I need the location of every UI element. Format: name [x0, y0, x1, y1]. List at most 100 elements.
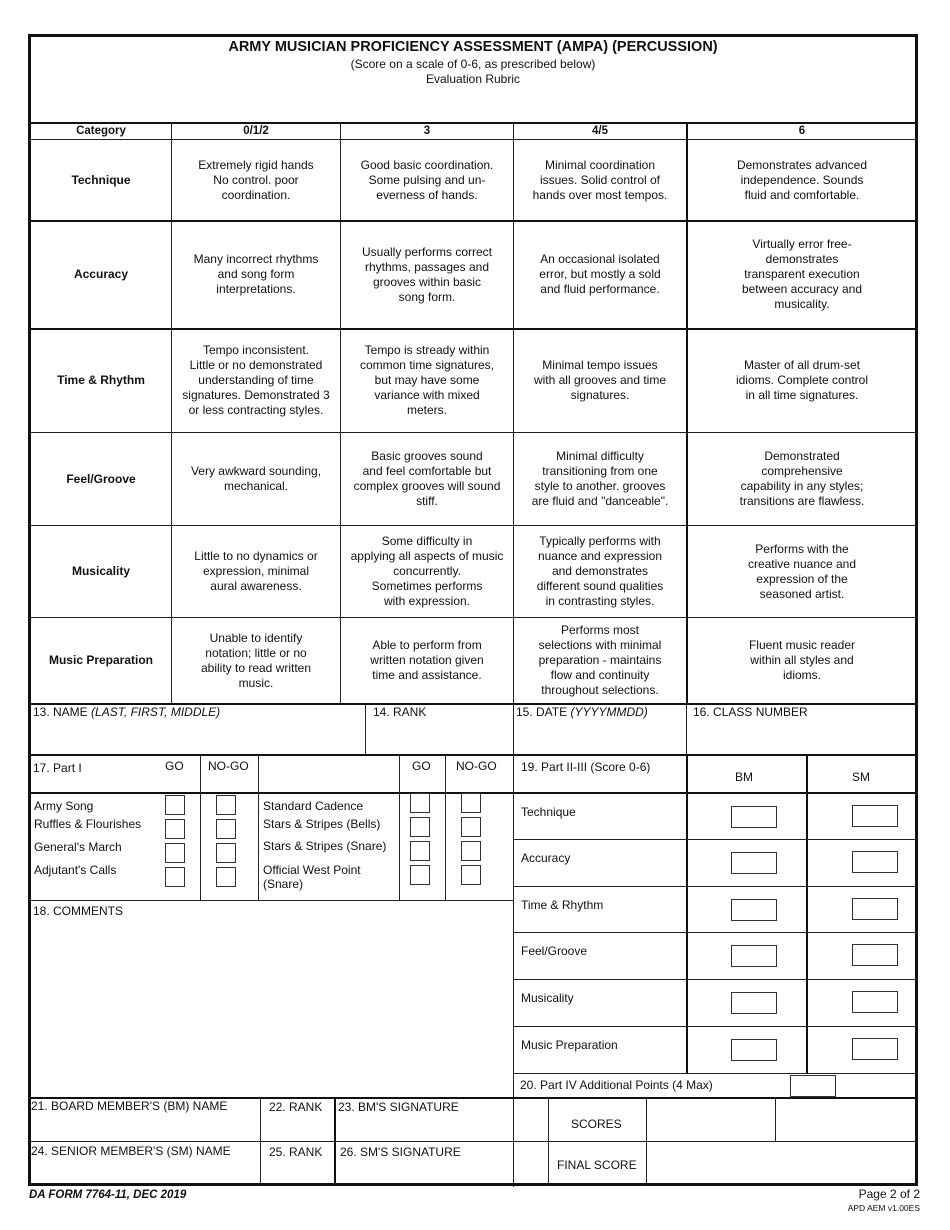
divider — [258, 755, 259, 901]
part1-nogo-header-left: NO-GO — [208, 759, 249, 773]
part1-nogo-checkbox[interactable] — [461, 817, 481, 837]
sm-score-input[interactable] — [852, 898, 898, 920]
sm-rank-field[interactable] — [262, 1160, 332, 1184]
rubric-category: Music Preparation — [48, 653, 154, 667]
divider — [514, 839, 917, 840]
divider — [514, 932, 917, 933]
part1-go-checkbox[interactable] — [410, 817, 430, 837]
part1-nogo-checkbox[interactable] — [216, 795, 236, 815]
date-field[interactable] — [516, 722, 684, 752]
rubric-cell: Able to perform from written notation gi… — [370, 638, 484, 682]
page-number: Page 2 of 2 — [858, 1187, 920, 1201]
divider — [514, 792, 917, 794]
bm-score-input[interactable] — [731, 899, 777, 921]
part1-go-checkbox[interactable] — [410, 793, 430, 813]
rank-field-label: 14. RANK — [373, 705, 427, 719]
sm-name-label: 24. SENIOR MEMBER'S (SM) NAME — [31, 1144, 231, 1158]
sm-score-input[interactable] — [852, 805, 898, 827]
sm-score-field[interactable] — [777, 1099, 915, 1140]
rubric-cell: Usually performs correct rhythms, passag… — [361, 244, 493, 304]
bm-rank-field[interactable] — [262, 1115, 332, 1140]
rubric-cell: Basic grooves sound and feel comfortable… — [353, 449, 501, 508]
part1-go-header-left: GO — [165, 759, 184, 773]
part1-nogo-checkbox[interactable] — [461, 865, 481, 885]
class-number-label: 16. CLASS NUMBER — [693, 705, 808, 719]
divider — [365, 704, 366, 754]
rank-field[interactable] — [368, 722, 511, 752]
final-score-label: FINAL SCORE — [557, 1158, 637, 1172]
rubric-cell: Minimal coordination issues. Solid contr… — [532, 157, 668, 202]
part2-label: 19. Part II-III (Score 0-6) — [521, 760, 651, 774]
part2-category-label: Time & Rhythm — [521, 898, 604, 912]
part1-nogo-checkbox[interactable] — [461, 841, 481, 861]
sm-signature-field[interactable] — [337, 1160, 547, 1184]
rubric-category: Musicality — [71, 564, 131, 578]
bm-signature-field[interactable] — [337, 1115, 547, 1140]
form-version: APD AEM v1.00ES — [847, 1203, 920, 1213]
part1-nogo-checkbox[interactable] — [461, 793, 481, 813]
part1-nogo-checkbox[interactable] — [216, 867, 236, 887]
part1-item-label: Adjutant's Calls — [34, 863, 117, 877]
part1-nogo-header-right: NO-GO — [456, 759, 497, 773]
part1-go-checkbox[interactable] — [165, 795, 185, 815]
rubric-cell: Demonstrated comprehensive capability in… — [739, 449, 865, 508]
part1-go-checkbox[interactable] — [410, 841, 430, 861]
rubric-cell: Very awkward sounding, mechanical. — [190, 464, 322, 493]
rubric-header-6: 6 — [798, 125, 806, 137]
rubric-category: Technique — [71, 172, 131, 187]
rubric-category: Feel/Groove — [66, 471, 136, 486]
class-number-field[interactable] — [689, 722, 915, 752]
sm-score-input[interactable] — [852, 851, 898, 873]
part1-go-checkbox[interactable] — [165, 843, 185, 863]
divider — [399, 755, 400, 901]
rubric-cell: Typically performs with nuance and expre… — [536, 534, 664, 608]
part2-category-label: Musicality — [521, 991, 574, 1005]
rubric-cell: Performs with the creative nuance and ex… — [747, 541, 857, 601]
part4-label: 20. Part IV Additional Points (4 Max) — [520, 1078, 713, 1092]
part4-points-input[interactable] — [790, 1075, 836, 1097]
bm-score-input[interactable] — [731, 1039, 777, 1061]
divider — [514, 1026, 917, 1027]
divider — [514, 1073, 917, 1074]
final-score-field[interactable] — [648, 1143, 915, 1184]
sm-score-input[interactable] — [852, 1038, 898, 1060]
part1-go-checkbox[interactable] — [165, 819, 185, 839]
bm-score-input[interactable] — [731, 992, 777, 1014]
part1-item-label: General's March — [34, 840, 122, 854]
part2-category-label: Accuracy — [521, 851, 571, 865]
name-field[interactable] — [32, 722, 362, 752]
name-field-label: 13. NAME (LAST, FIRST, MIDDLE) — [33, 705, 220, 719]
rubric-cell: Little to no dynamics or expression, min… — [194, 549, 318, 593]
rubric-cell: Demonstrates advanced independence. Soun… — [736, 157, 868, 202]
part1-item-label: Standard Cadence — [263, 799, 364, 813]
part1-nogo-checkbox[interactable] — [216, 843, 236, 863]
part1-go-checkbox[interactable] — [165, 867, 185, 887]
comments-label: 18. COMMENTS — [33, 904, 124, 918]
divider — [30, 900, 514, 901]
divider — [30, 1141, 917, 1142]
sm-name-field[interactable] — [32, 1160, 258, 1184]
date-label-hint: (YYYYMMDD) — [570, 705, 648, 719]
comments-field[interactable] — [32, 920, 510, 1095]
bm-score-input[interactable] — [731, 945, 777, 967]
part2-category-label: Technique — [521, 805, 576, 819]
bm-score-input[interactable] — [731, 806, 777, 828]
bm-name-field[interactable] — [32, 1115, 258, 1140]
sm-signature-label: 26. SM'S SIGNATURE — [340, 1145, 461, 1159]
part1-nogo-checkbox[interactable] — [216, 819, 236, 839]
sm-score-input[interactable] — [852, 944, 898, 966]
rubric-cell: Some difficulty in applying all aspects … — [350, 534, 504, 608]
divider — [548, 1097, 549, 1186]
part1-label: 17. Part I — [33, 761, 82, 775]
bm-score-field[interactable] — [648, 1099, 774, 1140]
bm-score-input[interactable] — [731, 852, 777, 874]
part2-category-label: Music Preparation — [521, 1038, 618, 1052]
divider — [30, 792, 514, 794]
divider — [514, 979, 917, 980]
part1-go-checkbox[interactable] — [410, 865, 430, 885]
rubric-label: Evaluation Rubric — [425, 72, 521, 86]
rubric-cell: An occasional isolated error, but mostly… — [539, 252, 661, 296]
rubric-cell: Extremely rigid hands No control. poor c… — [198, 157, 314, 202]
sm-score-input[interactable] — [852, 991, 898, 1013]
rubric-cell: Virtually error free- demonstrates trans… — [741, 237, 863, 311]
